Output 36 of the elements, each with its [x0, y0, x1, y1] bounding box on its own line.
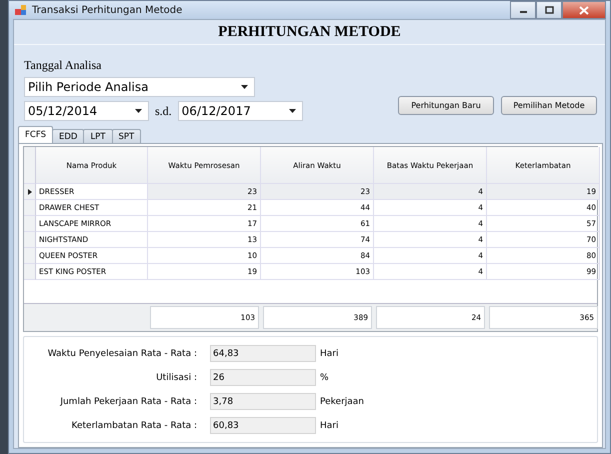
- tab[interactable]: EDD: [52, 129, 84, 143]
- tab[interactable]: FCFS: [18, 126, 53, 143]
- unit-label: Hari: [320, 420, 338, 430]
- maximize-icon: [544, 6, 554, 14]
- tab[interactable]: LPT: [83, 129, 112, 143]
- summary-label: Utilisasi :: [155, 372, 197, 382]
- summary-value-field: 60,83: [210, 417, 316, 434]
- date-separator: s.d.: [155, 104, 172, 118]
- tab[interactable]: SPT: [112, 129, 142, 143]
- unit-label: Hari: [320, 348, 338, 358]
- minimize-button[interactable]: [510, 1, 536, 19]
- summary-label: Waktu Penyelesaian Rata - Rata :: [46, 348, 197, 358]
- period-dropdown[interactable]: Pilih Periode Analisa: [24, 77, 255, 97]
- dropdown-arrow-icon: [288, 109, 296, 113]
- app-icon: [15, 4, 27, 16]
- corner-header-cell: [24, 147, 36, 184]
- summary-label: Jumlah Pekerjaan Rata - Rata :: [58, 396, 197, 406]
- action-button[interactable]: Pemilihan Metode: [501, 96, 597, 115]
- summary-value-field: 64,83: [210, 345, 316, 362]
- summary-value-field: 26: [210, 369, 316, 386]
- close-icon: [579, 6, 589, 14]
- unit-label: %: [320, 372, 329, 382]
- unit-label: Pekerjaan: [320, 396, 364, 406]
- dropdown-arrow-icon: [135, 109, 142, 113]
- summary-value-field: 3,78: [210, 393, 316, 410]
- window-title: Transaksi Perhitungan Metode: [32, 4, 182, 16]
- start-date-picker[interactable]: 05/12/2014: [24, 101, 149, 121]
- action-button[interactable]: Perhitungan Baru: [398, 96, 494, 115]
- maximize-button[interactable]: [536, 1, 562, 19]
- row-indicator-icon: [28, 188, 32, 194]
- end-date-picker[interactable]: 06/12/2017: [178, 101, 303, 121]
- date-label: Tanggal Analisa: [24, 58, 102, 73]
- close-button[interactable]: [562, 1, 606, 19]
- dropdown-arrow-icon: [241, 85, 248, 89]
- summary-label: Keterlambatan Rata - Rata :: [70, 420, 197, 430]
- form-heading: PERHITUNGAN METODE: [218, 24, 401, 40]
